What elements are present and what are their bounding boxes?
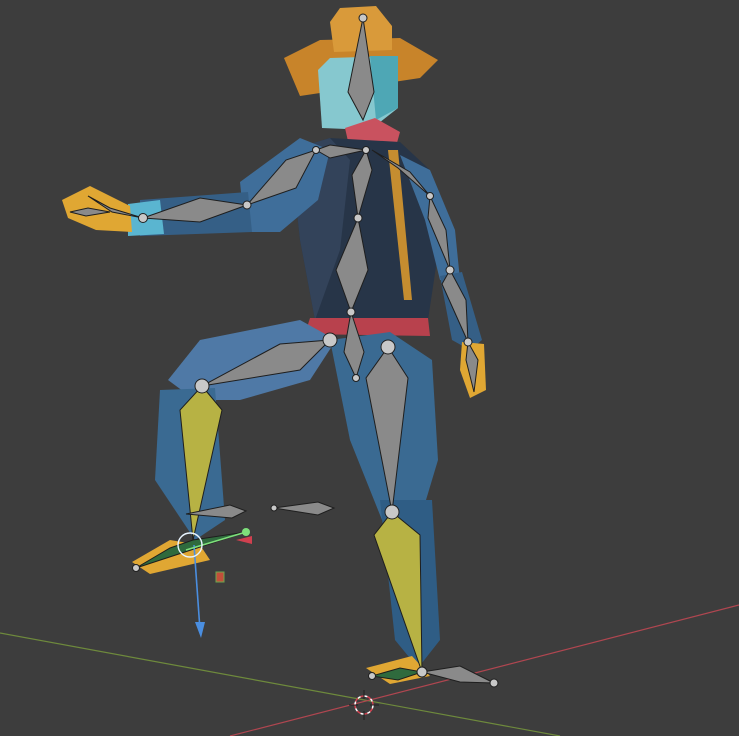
grid-axis-x-line: [229, 604, 739, 736]
gizmo-x-handle[interactable]: [236, 536, 252, 544]
bone-shin-standing[interactable]: [373, 511, 423, 673]
gizmo-tip-handle[interactable]: [242, 528, 250, 536]
scale-handle-icon[interactable]: [215, 571, 225, 583]
3d-viewport[interactable]: [0, 0, 739, 736]
bone-ik-pole-b[interactable]: [273, 501, 336, 516]
character-mesh[interactable]: [62, 6, 486, 684]
scene-canvas[interactable]: [0, 0, 739, 736]
3d-cursor-icon[interactable]: [349, 690, 379, 720]
bone-toe-standing[interactable]: [421, 665, 495, 684]
grid-axis-y-line: [0, 632, 561, 736]
gizmo-z-arrowhead[interactable]: [195, 622, 205, 638]
hand-left: [62, 186, 132, 232]
